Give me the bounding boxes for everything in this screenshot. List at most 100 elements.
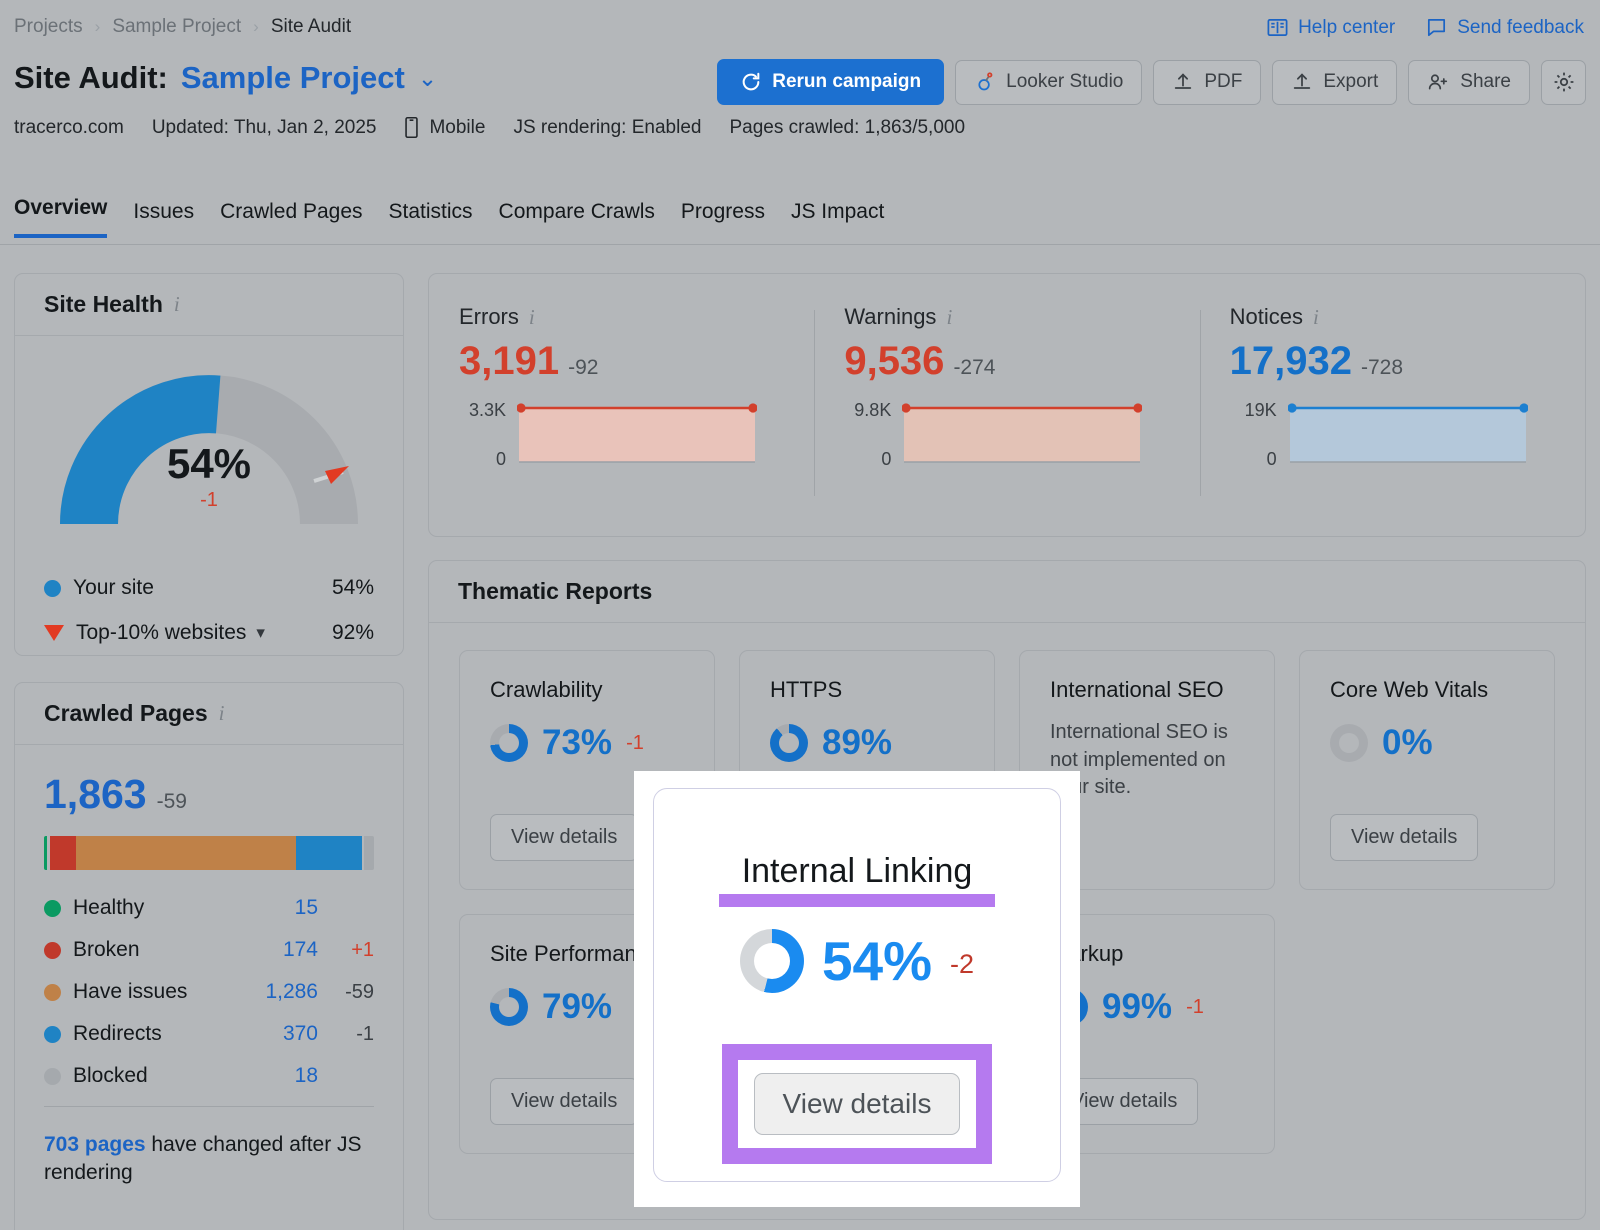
info-icon[interactable]: i: [1313, 305, 1319, 330]
tab-statistics[interactable]: Statistics: [389, 200, 473, 238]
bar-segment-redirects: [295, 836, 362, 870]
help-center-link[interactable]: Help center: [1266, 16, 1395, 39]
site-health-delta: -1: [200, 489, 218, 511]
send-feedback-link[interactable]: Send feedback: [1425, 16, 1584, 39]
legend-count: 18: [294, 1064, 318, 1087]
page-title: Site Audit: Sample Project ⌄: [14, 60, 437, 96]
site-audit-overview-page: Projects › Sample Project › Site Audit H…: [0, 0, 1600, 1230]
meta-device-label: Mobile: [429, 116, 486, 138]
upload-icon: [1172, 71, 1194, 93]
stat-number-row: 3,191 -92: [459, 339, 784, 384]
legend-count: 15: [294, 896, 318, 919]
legend-label: Your site: [73, 576, 154, 599]
sparkline: [1287, 400, 1528, 470]
info-icon[interactable]: i: [946, 305, 952, 330]
meta-device: Mobile: [404, 116, 485, 139]
axis-top-label: 3.3K: [468, 400, 506, 420]
rerun-campaign-button[interactable]: Rerun campaign: [717, 59, 945, 105]
callout-title: Internal Linking: [741, 852, 973, 890]
card-percent: 79%: [542, 987, 613, 1026]
stat-value: 3,191: [459, 339, 560, 383]
info-icon[interactable]: i: [529, 305, 535, 330]
header-actions: Rerun campaign Looker Studio PDF Export …: [717, 59, 1586, 105]
export-label: Export: [1323, 71, 1379, 92]
chevron-down-icon[interactable]: ⌄: [418, 65, 437, 92]
looker-studio-label: Looker Studio: [1006, 71, 1124, 92]
project-selector-name[interactable]: Sample Project: [181, 60, 405, 96]
breadcrumb-item-site-audit[interactable]: Site Audit: [271, 16, 351, 38]
stat-number-row: 9,536 -274: [844, 339, 1169, 384]
view-details-button[interactable]: View details: [1330, 814, 1479, 861]
tab-progress[interactable]: Progress: [681, 200, 765, 238]
axis-top-label: 9.8K: [854, 400, 892, 420]
breadcrumb-separator-icon: ›: [94, 17, 101, 36]
card-score: 73% -1: [490, 723, 684, 763]
stat-card-notices[interactable]: Notices i 17,932 -728 19K 0: [1199, 304, 1585, 536]
export-button[interactable]: Export: [1272, 59, 1398, 105]
page-title-prefix: Site Audit:: [14, 60, 168, 95]
divider: [44, 1106, 374, 1107]
upload-icon: [1291, 71, 1313, 93]
card-title: HTTPS: [770, 677, 843, 702]
view-details-button[interactable]: View details: [490, 814, 639, 861]
legend-delta: -1: [356, 1022, 374, 1045]
list-item[interactable]: Have issues 1,286 -59: [44, 980, 374, 1004]
info-icon[interactable]: i: [174, 292, 180, 317]
stat-card-errors[interactable]: Errors i 3,191 -92 3.3K 0: [429, 304, 814, 536]
rerun-campaign-label: Rerun campaign: [772, 71, 922, 92]
tab-overview[interactable]: Overview: [14, 196, 108, 238]
looker-studio-button[interactable]: Looker Studio: [955, 59, 1143, 105]
view-details-button[interactable]: View details: [753, 1073, 961, 1135]
list-item[interactable]: Broken 174 +1: [44, 938, 374, 962]
stat-value: 17,932: [1229, 339, 1352, 383]
tab-crawled-pages[interactable]: Crawled Pages: [220, 200, 362, 238]
callout-score: 54% -2: [739, 929, 974, 993]
legend-item-top-websites[interactable]: Top-10% websites ▾ 92%: [44, 621, 374, 645]
mobile-icon: [404, 116, 419, 139]
tab-js-impact[interactable]: JS Impact: [791, 200, 884, 238]
list-item[interactable]: Redirects 370 -1: [44, 1022, 374, 1046]
pdf-label: PDF: [1204, 71, 1243, 92]
stat-sparkline-chart: 9.8K 0: [844, 400, 1169, 470]
thematic-reports-header: Thematic Reports: [429, 561, 1585, 623]
legend-dot-icon: [44, 941, 61, 959]
book-icon: [1266, 16, 1289, 39]
crawled-pages-total: 1,863: [44, 771, 147, 817]
view-details-button[interactable]: View details: [490, 1078, 639, 1125]
bar-segment-have-issues: [76, 836, 296, 870]
stat-number-row: 17,932 -728: [1230, 339, 1555, 384]
tab-compare-crawls[interactable]: Compare Crawls: [499, 200, 655, 238]
list-item[interactable]: Blocked 18: [44, 1064, 374, 1088]
settings-button[interactable]: [1541, 59, 1586, 105]
crawled-pages-header: Crawled Pages i: [15, 683, 403, 745]
crawled-pages-stacked-bar: [44, 836, 374, 870]
site-health-gauge: 54% -1: [59, 374, 359, 534]
thematic-card-core-web-vitals[interactable]: Core Web Vitals 0% View details: [1299, 650, 1555, 890]
card-score: 0%: [1330, 723, 1524, 763]
js-rendering-note-link[interactable]: 703 pages: [44, 1133, 146, 1156]
share-button[interactable]: Share: [1408, 59, 1530, 105]
stat-sparkline-chart: 3.3K 0: [459, 400, 784, 470]
info-icon[interactable]: i: [219, 701, 225, 726]
legend-value: 54%: [331, 576, 374, 599]
crawled-pages-total-delta: -59: [156, 790, 187, 813]
legend-count: 1,286: [265, 980, 318, 1003]
breadcrumb-item-projects[interactable]: Projects: [14, 16, 83, 38]
meta-js-rendering: JS rendering: Enabled: [513, 116, 702, 138]
stat-title-row: Warnings i: [844, 304, 1169, 330]
site-health-panel: Site Health i 54% -1 Your site 54% Top-1…: [14, 273, 404, 656]
looker-studio-icon: [974, 71, 996, 93]
stat-card-warnings[interactable]: Warnings i 9,536 -274 9.8K 0: [814, 304, 1199, 536]
bar-segment-broken: [49, 836, 77, 870]
stat-title-row: Notices i: [1230, 304, 1555, 330]
axis-top-label: 19K: [1244, 400, 1277, 420]
list-item[interactable]: Healthy 15: [44, 896, 374, 920]
card-title: International SEO: [1050, 677, 1224, 702]
sparkline: [517, 400, 757, 470]
chevron-down-icon[interactable]: ▾: [256, 623, 265, 643]
breadcrumb-item-sample-project[interactable]: Sample Project: [112, 16, 241, 38]
stat-axis: 19K 0: [1230, 400, 1288, 470]
tab-issues[interactable]: Issues: [133, 200, 194, 238]
pdf-button[interactable]: PDF: [1153, 59, 1262, 105]
legend-count: 370: [282, 1022, 318, 1045]
